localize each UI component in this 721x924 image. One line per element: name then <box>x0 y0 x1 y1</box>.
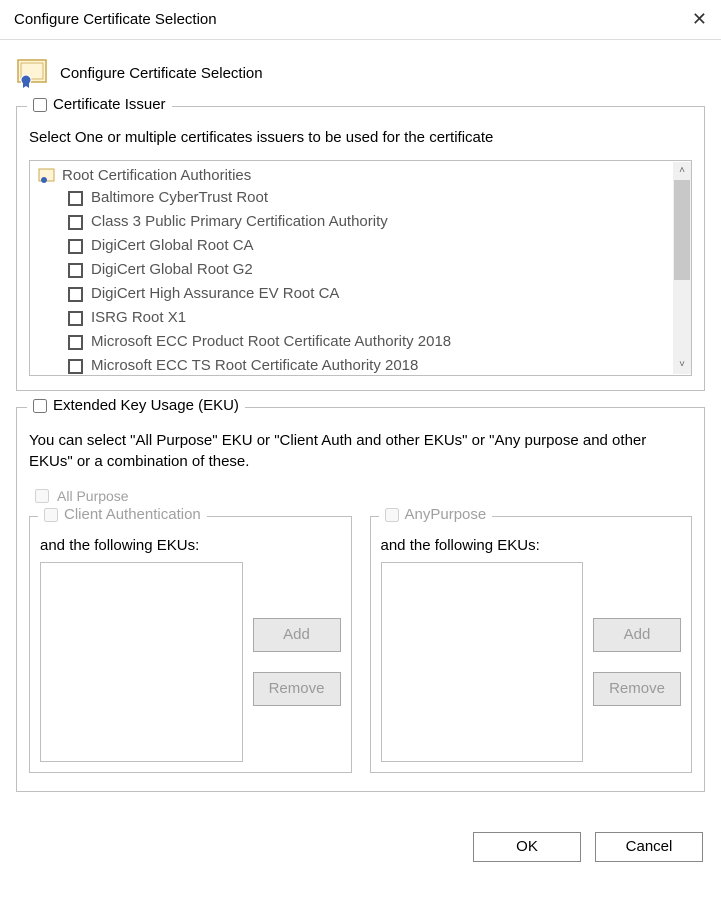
any-purpose-buttons: Add Remove <box>593 562 681 762</box>
client-auth-legend-label: Client Authentication <box>64 506 201 523</box>
client-auth-subtitle: and the following EKUs: <box>40 537 341 554</box>
all-purpose-label: All Purpose <box>57 488 129 504</box>
issuer-tree[interactable]: Root Certification Authorities Baltimore… <box>29 160 692 376</box>
issuer-item-label: Class 3 Public Primary Certification Aut… <box>91 210 388 234</box>
client-auth-legend: Client Authentication <box>38 506 207 523</box>
issuer-item-checkbox[interactable] <box>68 359 83 374</box>
any-purpose-body: Add Remove <box>381 562 682 762</box>
client-auth-remove-button[interactable]: Remove <box>253 672 341 706</box>
certificate-issuer-group: Certificate Issuer Select One or multipl… <box>16 106 705 391</box>
scroll-up-icon[interactable]: ˄ <box>673 162 691 180</box>
issuer-item[interactable]: ISRG Root X1 <box>68 306 683 330</box>
issuer-item[interactable]: Baltimore CyberTrust Root <box>68 186 683 210</box>
scroll-down-icon[interactable]: ˅ <box>673 356 691 374</box>
issuer-item-label: DigiCert Global Root G2 <box>91 258 253 282</box>
client-auth-list[interactable] <box>40 562 243 762</box>
issuer-item-checkbox[interactable] <box>68 311 83 326</box>
header: Configure Certificate Selection <box>16 58 705 88</box>
issuer-item[interactable]: Microsoft ECC Product Root Certificate A… <box>68 330 683 354</box>
any-purpose-legend-label: AnyPurpose <box>405 506 487 523</box>
issuer-item-checkbox[interactable] <box>68 215 83 230</box>
issuer-item[interactable]: Class 3 Public Primary Certification Aut… <box>68 210 683 234</box>
issuer-root-row[interactable]: Root Certification Authorities <box>38 167 683 184</box>
issuer-root-label: Root Certification Authorities <box>62 167 251 184</box>
any-purpose-remove-button[interactable]: Remove <box>593 672 681 706</box>
any-purpose-legend: AnyPurpose <box>379 506 493 523</box>
header-title: Configure Certificate Selection <box>60 65 263 82</box>
certificate-issuer-legend-label: Certificate Issuer <box>53 96 166 113</box>
certificate-issuer-checkbox[interactable] <box>33 98 47 112</box>
eku-checkbox[interactable] <box>33 399 47 413</box>
issuer-item[interactable]: DigiCert High Assurance EV Root CA <box>68 282 683 306</box>
eku-description: You can select "All Purpose" EKU or "Cli… <box>29 430 692 472</box>
eku-columns: Client Authentication and the following … <box>29 516 692 773</box>
client-auth-body: Add Remove <box>40 562 341 762</box>
all-purpose-checkbox[interactable] <box>35 489 49 503</box>
ok-button[interactable]: OK <box>473 832 581 862</box>
issuer-item-checkbox[interactable] <box>68 335 83 350</box>
any-purpose-group: AnyPurpose and the following EKUs: Add R… <box>370 516 693 773</box>
close-icon[interactable]: ✕ <box>692 9 707 30</box>
issuer-item-label: Baltimore CyberTrust Root <box>91 186 268 210</box>
window-title: Configure Certificate Selection <box>14 11 217 28</box>
client-auth-group: Client Authentication and the following … <box>29 516 352 773</box>
eku-group: Extended Key Usage (EKU) You can select … <box>16 407 705 792</box>
issuer-item[interactable]: DigiCert Global Root G2 <box>68 258 683 282</box>
issuer-item-label: ISRG Root X1 <box>91 306 186 330</box>
issuer-item-checkbox[interactable] <box>68 263 83 278</box>
client-auth-buttons: Add Remove <box>253 562 341 762</box>
scroll-thumb[interactable] <box>674 180 690 280</box>
any-purpose-add-button[interactable]: Add <box>593 618 681 652</box>
dialog-body: Configure Certificate Selection Certific… <box>0 40 721 820</box>
issuer-item-label: DigiCert High Assurance EV Root CA <box>91 282 339 306</box>
certificate-icon <box>16 58 50 88</box>
client-auth-checkbox[interactable] <box>44 508 58 522</box>
cancel-button[interactable]: Cancel <box>595 832 703 862</box>
issuer-scrollbar[interactable]: ˄ ˅ <box>673 162 691 374</box>
client-auth-add-button[interactable]: Add <box>253 618 341 652</box>
certificate-mini-icon <box>38 168 56 184</box>
issuer-item[interactable]: DigiCert Global Root CA <box>68 234 683 258</box>
issuer-item-checkbox[interactable] <box>68 239 83 254</box>
issuer-item-label: DigiCert Global Root CA <box>91 234 254 258</box>
eku-legend: Extended Key Usage (EKU) <box>27 397 245 414</box>
issuer-item-checkbox[interactable] <box>68 287 83 302</box>
issuer-item-label: Microsoft ECC TS Root Certificate Author… <box>91 354 418 376</box>
eku-legend-label: Extended Key Usage (EKU) <box>53 397 239 414</box>
issuer-item-label: Microsoft ECC Product Root Certificate A… <box>91 330 451 354</box>
issuer-item-checkbox[interactable] <box>68 191 83 206</box>
any-purpose-subtitle: and the following EKUs: <box>381 537 682 554</box>
any-purpose-list[interactable] <box>381 562 584 762</box>
issuer-item[interactable]: Microsoft ECC TS Root Certificate Author… <box>68 354 683 376</box>
dialog-button-bar: OK Cancel <box>0 820 721 874</box>
title-bar: Configure Certificate Selection ✕ <box>0 0 721 40</box>
any-purpose-checkbox[interactable] <box>385 508 399 522</box>
issuer-tree-inner: Root Certification Authorities Baltimore… <box>30 161 691 375</box>
all-purpose-row: All Purpose <box>35 488 692 504</box>
certificate-issuer-legend: Certificate Issuer <box>27 96 172 113</box>
issuer-instruction: Select One or multiple certificates issu… <box>29 129 692 146</box>
